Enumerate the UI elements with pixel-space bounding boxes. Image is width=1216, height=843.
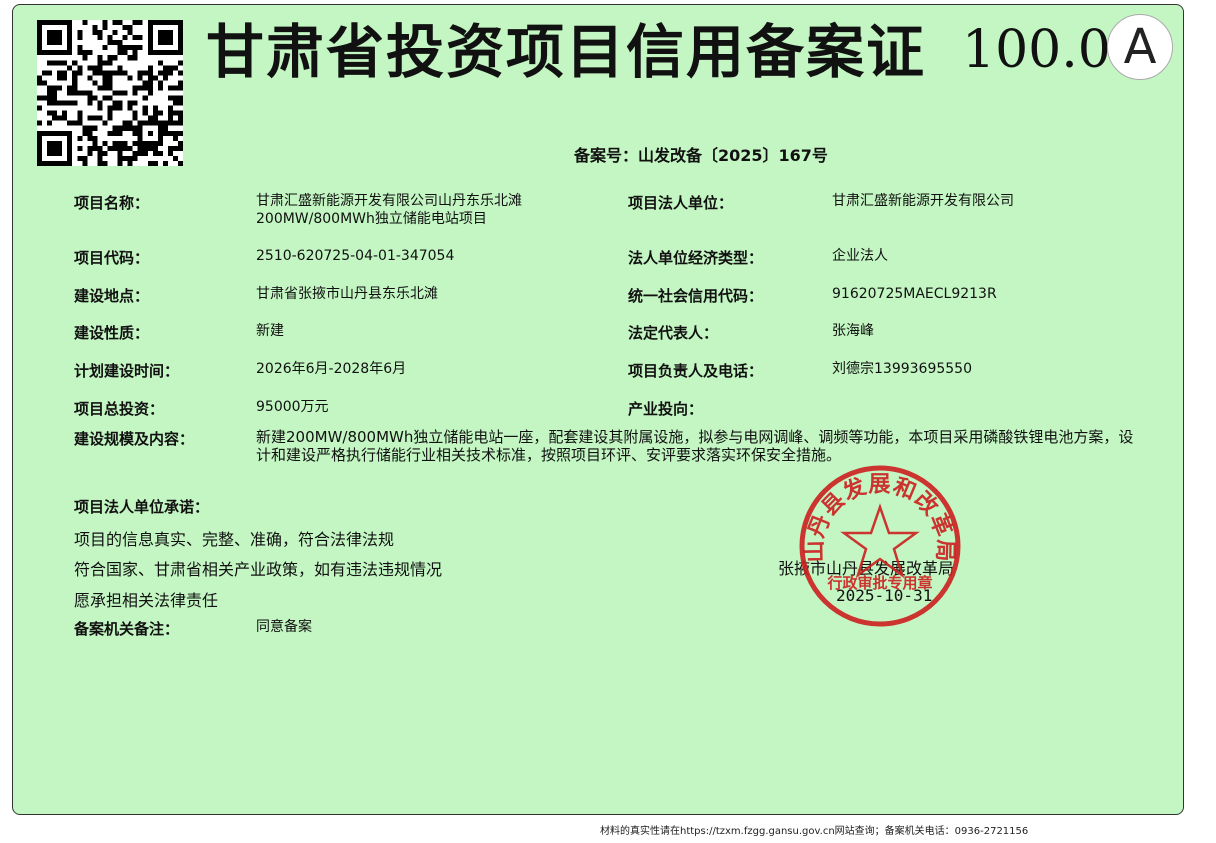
- scale-value: 新建200MW/800MWh独立储能电站一座，配套建设其附属设施，拟参与电网调峰…: [256, 428, 1134, 464]
- commitment-line: 符合国家、甘肃省相关产业政策，如有违法违规情况: [74, 560, 443, 579]
- commitment-line: 愿承担相关法律责任: [74, 591, 219, 610]
- commitment-line: 项目的信息真实、完整、准确，符合法律法规: [74, 530, 395, 549]
- remark-value: 同意备案: [256, 619, 312, 635]
- contact-value: 刘德宗13993695550: [832, 361, 972, 377]
- time-label: 计划建设时间：: [74, 362, 180, 380]
- legal-rep-value: 张海峰: [832, 323, 874, 339]
- filing-number: 备案号：山发改备〔2025〕167号: [574, 146, 828, 165]
- remark-label: 备案机关备注：: [74, 620, 180, 638]
- time-value: 2026年6月-2028年6月: [256, 361, 407, 377]
- location-label: 建设地点：: [74, 287, 150, 305]
- commitment-label: 项目法人单位承诺：: [74, 498, 210, 516]
- contact-label: 项目负责人及电话：: [628, 362, 764, 380]
- page-title: 甘肃省投资项目信用备案证: [206, 18, 927, 86]
- legal-unit-label: 项目法人单位：: [628, 194, 734, 212]
- project-code-value: 2510-620725-04-01-347054: [256, 248, 455, 264]
- project-name-label: 项目名称：: [74, 194, 150, 212]
- economy-type-value: 企业法人: [832, 248, 888, 264]
- qr-code[interactable]: [37, 20, 183, 166]
- scale-label: 建设规模及内容：: [74, 430, 195, 448]
- svg-text:山丹县发展和改革局: 山丹县发展和改革局: [803, 472, 957, 562]
- official-seal: 山丹县发展和改革局 行政审批专用章: [799, 465, 961, 627]
- footer-note: 材料的真实性请在https://tzxm.fzgg.gansu.gov.cn网站…: [600, 826, 1029, 837]
- investment-label: 项目总投资：: [74, 400, 165, 418]
- credit-score: 100.0: [962, 20, 1111, 80]
- certificate-card: [12, 4, 1184, 815]
- legal-rep-label: 法定代表人：: [628, 324, 719, 342]
- credit-code-label: 统一社会信用代码：: [628, 287, 764, 305]
- credit-grade-badge: A: [1107, 14, 1173, 80]
- location-value: 甘肃省张掖市山丹县东乐北滩: [256, 286, 438, 302]
- credit-code-value: 91620725MAECL9213R: [832, 286, 997, 302]
- industry-label: 产业投向：: [628, 400, 704, 418]
- economy-type-label: 法人单位经济类型：: [628, 249, 764, 267]
- nature-value: 新建: [256, 323, 284, 339]
- investment-value: 95000万元: [256, 399, 329, 415]
- legal-unit-value: 甘肃汇盛新能源开发有限公司: [832, 193, 1014, 209]
- project-code-label: 项目代码：: [74, 249, 150, 267]
- nature-label: 建设性质：: [74, 324, 150, 342]
- project-name-value: 甘肃汇盛新能源开发有限公司山丹东乐北滩200MW/800MWh独立储能电站项目: [256, 193, 522, 227]
- svg-text:行政审批专用章: 行政审批专用章: [826, 574, 932, 592]
